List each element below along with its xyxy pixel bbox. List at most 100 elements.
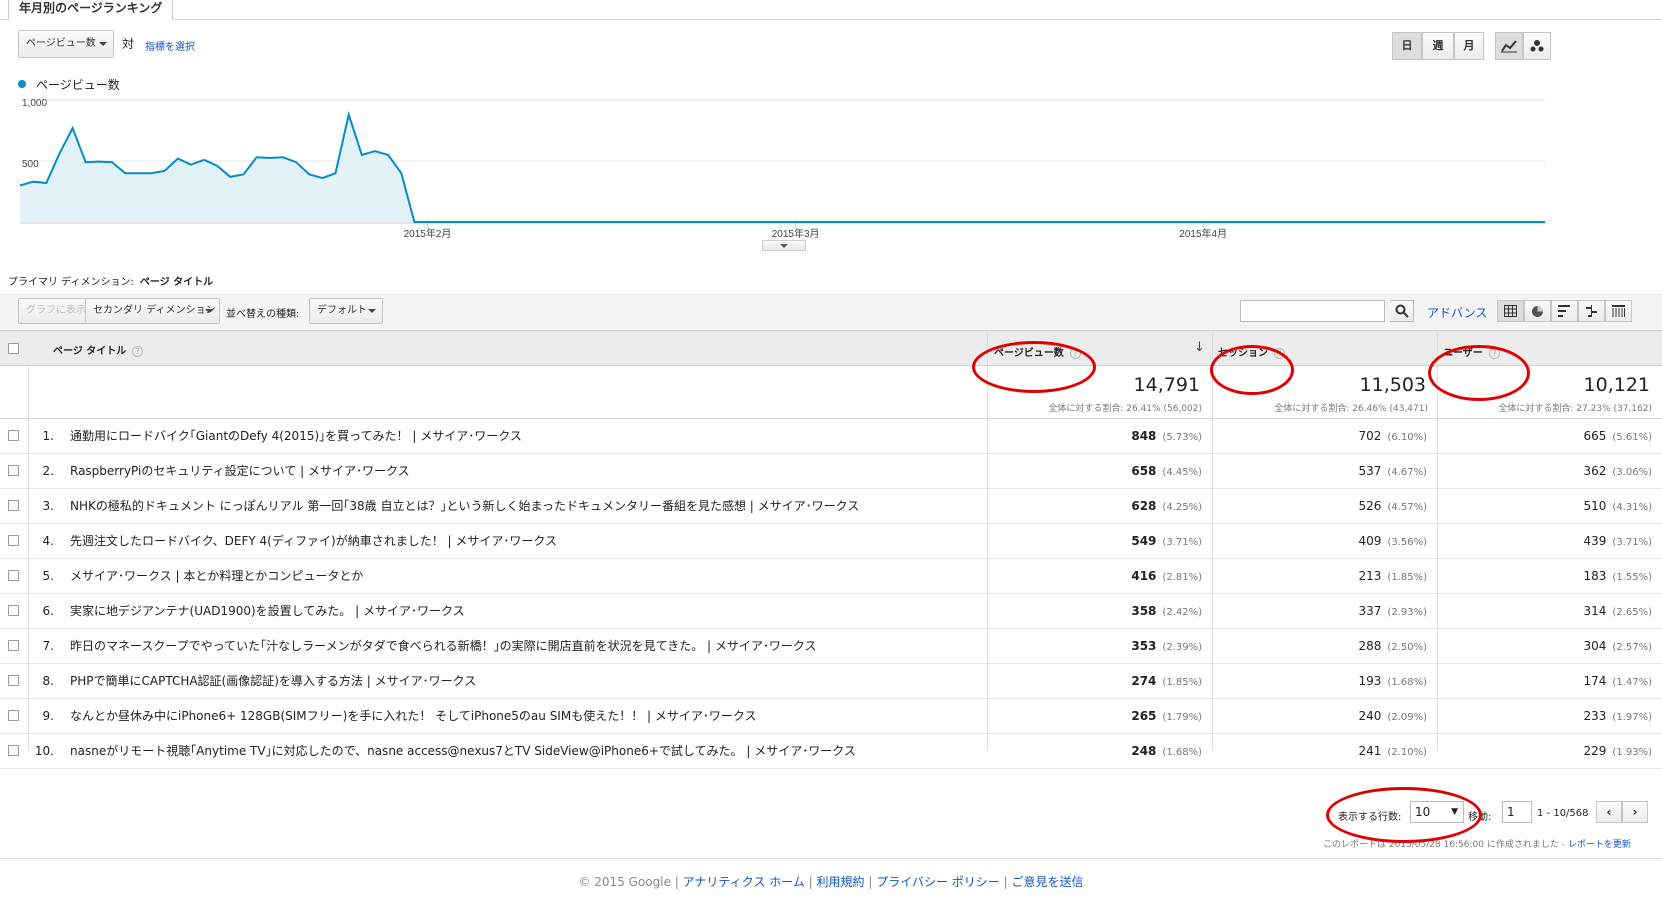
row-sessions: 337 (2.93%) xyxy=(1215,595,1427,629)
granularity-month-button[interactable]: 月 xyxy=(1454,32,1484,60)
prev-page-button[interactable]: ‹ xyxy=(1596,801,1622,823)
row-users: 304 (2.57%) xyxy=(1440,630,1652,664)
row-pageviews: 416 (2.81%) xyxy=(990,560,1202,594)
footer-link-privacy[interactable]: プライバシー ポリシー xyxy=(876,875,1000,889)
row-checkbox[interactable] xyxy=(8,710,19,721)
plot-rows-button[interactable]: グラフに表示 xyxy=(18,298,94,324)
granularity-month-label: 月 xyxy=(1463,39,1475,52)
select-all-checkbox[interactable] xyxy=(8,343,19,354)
row-users-pct: (2.65%) xyxy=(1612,607,1652,618)
footer-separator: | xyxy=(1003,875,1008,889)
goto-page-input[interactable]: 1 xyxy=(1502,801,1532,823)
row-pageviews-pct: (1.85%) xyxy=(1162,677,1202,688)
help-icon[interactable]: ? xyxy=(132,345,144,357)
row-users-pct: (1.55%) xyxy=(1612,572,1652,583)
row-page-title[interactable]: PHPで簡単にCAPTCHA認証(画像認証)を導入する方法 | メサイア･ワーク… xyxy=(70,665,476,697)
row-page-title[interactable]: メサイア･ワークス | 本とか料理とかコンピュータとか xyxy=(70,560,363,592)
footer-separator: | xyxy=(868,875,873,889)
column-separator xyxy=(1212,330,1213,750)
sort-descending-icon: ↓ xyxy=(1194,340,1205,355)
primary-metric-dropdown[interactable]: ページビュー数 xyxy=(18,30,114,58)
row-sessions-value: 526 xyxy=(1358,499,1382,513)
view-pie-button[interactable] xyxy=(1524,300,1551,322)
row-checkbox[interactable] xyxy=(8,500,19,511)
row-page-title[interactable]: RaspberryPiのセキュリティ設定について | メサイア･ワークス xyxy=(70,455,410,487)
y-tick-label: 1,000 xyxy=(22,98,47,109)
sort-type-dropdown[interactable]: デフォルト xyxy=(309,298,383,324)
refresh-report-link[interactable]: レポートを更新 xyxy=(1568,840,1631,850)
advanced-filter-link[interactable]: アドバンス xyxy=(1427,304,1487,321)
view-table-button[interactable] xyxy=(1497,300,1524,322)
row-sessions-value: 702 xyxy=(1358,429,1382,443)
annotation-ellipse-rows-per-page xyxy=(1326,787,1482,843)
column-header-page-title[interactable]: ページ タイトル? xyxy=(53,342,144,357)
row-users: 439 (3.71%) xyxy=(1440,525,1652,559)
primary-dimension-row: プライマリ ディメンション: ページ タイトル xyxy=(8,273,213,288)
footer-link-analytics-home[interactable]: アナリティクス ホーム xyxy=(683,875,805,889)
row-page-title[interactable]: 昨日のマネースクープでやっていた｢汁なしラーメンがタダで食べられる新橋！｣の実際… xyxy=(70,630,817,662)
row-page-title[interactable]: NHKの極私的ドキュメント にっぽんリアル 第一回｢38歳 自立とは？｣という新… xyxy=(70,490,859,522)
column-separator xyxy=(1437,330,1438,750)
granularity-week-button[interactable]: 週 xyxy=(1422,32,1454,60)
row-users-value: 174 xyxy=(1583,674,1607,688)
table-header xyxy=(0,330,1662,366)
table-row: 9. なんとか昼休み中にiPhone6+ 128GB(SIMフリー)を手に入れた！… xyxy=(0,699,1662,734)
view-pivot-button[interactable] xyxy=(1605,300,1632,322)
row-checkbox[interactable] xyxy=(8,640,19,651)
motion-chart-button[interactable] xyxy=(1523,32,1551,60)
report-created-text: このレポートは 2015/05/28 16:56:00 に作成されました - xyxy=(1323,840,1565,850)
view-comparison-button[interactable] xyxy=(1578,300,1605,322)
table-search-input[interactable] xyxy=(1240,300,1385,322)
view-performance-button[interactable] xyxy=(1551,300,1578,322)
row-users: 233 (1.97%) xyxy=(1440,700,1652,734)
footer-copyright: © 2015 Google xyxy=(578,875,671,889)
row-checkbox[interactable] xyxy=(8,745,19,756)
row-pageviews: 848 (5.73%) xyxy=(990,420,1202,454)
sort-type-label: 並べ替えの種類: xyxy=(226,309,300,320)
report-tab[interactable]: 年月別のページランキング xyxy=(8,0,174,20)
row-users-value: 510 xyxy=(1583,499,1607,513)
row-checkbox[interactable] xyxy=(8,430,19,441)
row-pageviews-pct: (1.68%) xyxy=(1162,747,1202,758)
chevron-down-icon xyxy=(780,244,788,248)
row-checkbox[interactable] xyxy=(8,570,19,581)
table-search-button[interactable] xyxy=(1390,300,1414,322)
row-pageviews: 248 (1.68%) xyxy=(990,735,1202,769)
row-page-title[interactable]: nasneがリモート視聴｢Anytime TV｣に対応したので、nasne ac… xyxy=(70,735,856,767)
row-sessions-value: 193 xyxy=(1358,674,1382,688)
line-chart-button[interactable] xyxy=(1495,32,1523,60)
footer-link-feedback[interactable]: ご意見を送信 xyxy=(1012,875,1084,889)
chart-collapse-handle[interactable] xyxy=(762,240,806,251)
row-sessions-pct: (2.50%) xyxy=(1387,642,1427,653)
table-row: 7. 昨日のマネースクープでやっていた｢汁なしラーメンがタダで食べられる新橋！｣の… xyxy=(0,629,1662,664)
secondary-dimension-dropdown[interactable]: セカンダリ ディメンション xyxy=(85,298,220,324)
chevron-down-icon xyxy=(99,42,107,46)
row-users-value: 229 xyxy=(1583,744,1607,758)
next-page-button[interactable]: › xyxy=(1622,801,1648,823)
table-row: 2. RaspberryPiのセキュリティ設定について | メサイア･ワークス 65… xyxy=(0,454,1662,489)
row-users: 362 (3.06%) xyxy=(1440,455,1652,489)
select-metric-link[interactable]: 指標を選択 xyxy=(145,38,195,53)
primary-dimension-value[interactable]: ページ タイトル xyxy=(140,277,213,288)
row-page-title[interactable]: 実家に地デジアンテナ(UAD1900)を設置してみた。 | メサイア･ワークス xyxy=(70,595,465,627)
search-icon xyxy=(1395,304,1409,318)
row-page-title[interactable]: なんとか昼休み中にiPhone6+ 128GB(SIMフリー)を手に入れた！ そ… xyxy=(70,700,757,732)
column-separator xyxy=(987,330,988,750)
row-sessions-value: 537 xyxy=(1358,464,1382,478)
footer-link-terms[interactable]: 利用規約 xyxy=(817,875,865,889)
row-page-title[interactable]: 先週注文したロードバイク、DEFY 4(ディファイ)が納車されました！ | メサ… xyxy=(70,525,557,557)
row-page-title[interactable]: 通勤用にロードバイク｢GiantのDefy 4(2015)｣を買ってみた！ | … xyxy=(70,420,522,452)
granularity-day-button[interactable]: 日 xyxy=(1392,32,1422,60)
row-checkbox[interactable] xyxy=(8,535,19,546)
total-sessions-share: 全体に対する割合: 26.46% (43,471) xyxy=(1274,404,1428,414)
goto-page-value: 1 xyxy=(1507,805,1515,819)
row-pageviews: 353 (2.39%) xyxy=(990,630,1202,664)
row-users-pct: (1.97%) xyxy=(1612,712,1652,723)
grid-icon xyxy=(1504,305,1517,317)
row-checkbox[interactable] xyxy=(8,675,19,686)
row-checkbox[interactable] xyxy=(8,465,19,476)
row-pageviews-pct: (1.79%) xyxy=(1162,712,1202,723)
footer: © 2015 Google | アナリティクス ホーム | 利用規約 | プライ… xyxy=(0,873,1662,890)
row-checkbox[interactable] xyxy=(8,605,19,616)
pagination-range: 1 - 10/568 xyxy=(1537,808,1589,819)
